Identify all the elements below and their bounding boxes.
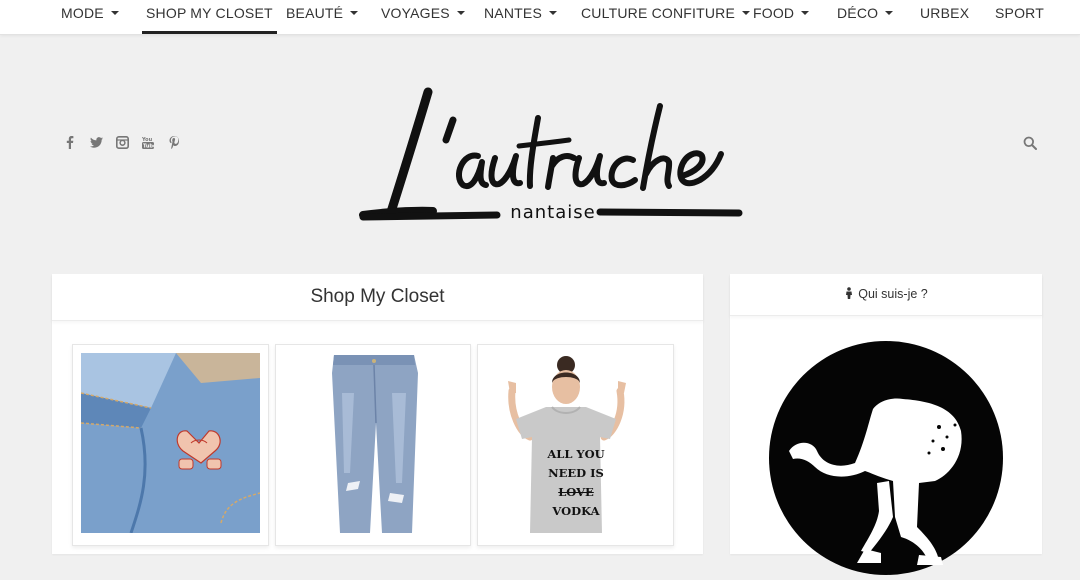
nav-label: BEAUTÉ [286,5,344,21]
nav-item-nantes[interactable]: NANTES [484,0,557,34]
product-card[interactable]: ALL YOU NEED IS LOVE VODKA [477,344,674,546]
nav-item-urbex[interactable]: URBEX [920,0,969,34]
person-icon [844,275,854,299]
nav-item-food[interactable]: FOOD [753,0,810,34]
product-card[interactable] [275,344,471,546]
tshirt-line-4: VODKA [552,504,600,518]
chevron-down-icon [801,11,810,16]
logo-subtitle: nantaise [510,202,596,223]
shop-my-closet-panel: Shop My Closet ALL YOU NEED IS LOVE VODK… [52,274,703,554]
nav-label: SHOP MY CLOSET [146,5,273,21]
tshirt-line-3: LOVE [558,485,594,499]
nav-label: FOOD [753,5,795,21]
nav-label: CULTURE CONFITURE [581,5,736,21]
facebook-icon[interactable] [57,136,83,152]
nav-label: MODE [61,5,104,21]
product-image-denim-jacket[interactable] [81,353,260,533]
nav-label: DÉCO [837,5,879,21]
nav-item-deco[interactable]: DÉCO [837,0,894,34]
page-title: Shop My Closet [52,274,703,321]
product-card[interactable] [72,344,269,546]
nav-label: URBEX [920,5,970,21]
chevron-down-icon [885,11,894,16]
tshirt-line-1: ALL YOU [547,447,605,461]
nav-item-sport[interactable]: SPORT [995,0,1044,34]
nav-item-culture-confiture[interactable]: CULTURE CONFITURE [581,0,751,34]
youtube-icon[interactable]: YouTube [135,136,161,152]
instagram-icon[interactable] [109,136,135,152]
site-logo[interactable]: nantaise [355,84,750,230]
chevron-down-icon [350,11,359,16]
chevron-down-icon [549,11,557,16]
chevron-down-icon [456,11,465,16]
sidebar-title: Qui suis-je ? [730,274,1042,316]
nav-item-voyages[interactable]: VOYAGES [381,0,465,34]
nav-item-shop-my-closet[interactable]: SHOP MY CLOSET [142,0,277,34]
product-image-ripped-jeans[interactable] [284,353,462,533]
social-links: YouTube [57,136,187,152]
nav-label: VOYAGES [381,5,450,21]
ostrich-avatar[interactable] [769,341,1003,575]
svg-text:Tube: Tube [143,144,154,150]
pinterest-icon[interactable] [161,136,187,152]
about-sidebar: Qui suis-je ? [730,274,1042,575]
sidebar-title-text: Qui suis-je ? [858,287,928,301]
twitter-icon[interactable] [83,136,109,152]
chevron-down-icon [110,11,119,16]
nav-label: SPORT [995,5,1044,21]
nav-item-mode[interactable]: MODE [61,0,119,34]
nav-item-beaute[interactable]: BEAUTÉ [286,0,359,34]
chevron-down-icon [742,11,751,16]
product-image-vodka-tshirt[interactable]: ALL YOU NEED IS LOVE VODKA [486,353,665,533]
search-icon[interactable] [1023,136,1039,152]
nav-label: NANTES [484,5,542,21]
top-navigation: MODE SHOP MY CLOSET BEAUTÉ VOYAGES NANTE… [0,0,1080,35]
tshirt-print: ALL YOU NEED IS LOVE VODKA [541,445,611,521]
tshirt-line-2: NEED IS [548,466,604,480]
